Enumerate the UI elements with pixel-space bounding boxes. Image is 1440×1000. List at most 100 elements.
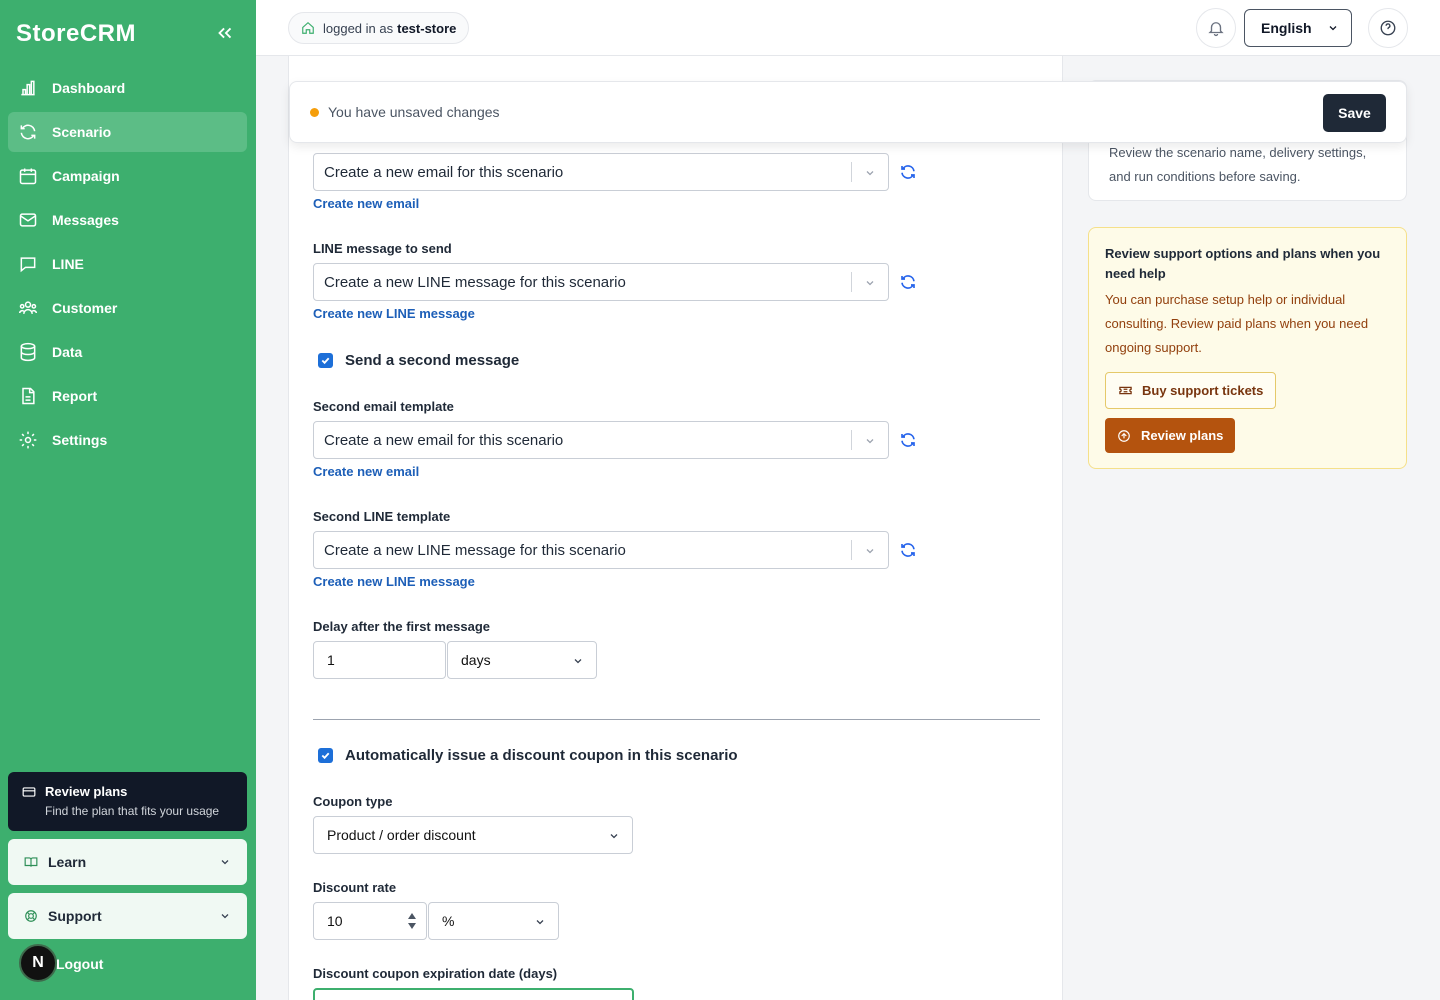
buy-support-tickets-button[interactable]: Buy support tickets (1105, 372, 1277, 409)
unsaved-text: You have unsaved changes (328, 104, 500, 120)
sidebar-nav: Dashboard Scenario Campaign Messages LIN… (8, 68, 247, 464)
coupon-type-select[interactable]: Product / order discount (313, 816, 633, 854)
coupon-label: Automatically issue a discount coupon in… (345, 747, 738, 764)
users-icon (18, 301, 38, 314)
select-separator (851, 430, 852, 450)
chevron-down-icon (1329, 26, 1337, 31)
line-message-select[interactable]: Create a new LINE message for this scena… (313, 263, 889, 301)
section-divider (313, 719, 1040, 720)
second-line-select[interactable]: Create a new LINE message for this scena… (313, 531, 889, 569)
first-email-select[interactable]: Create a new email for this scenario (313, 153, 889, 191)
sidebar: StoreCRM Dashboard Scenario Campaign Mes… (0, 0, 256, 1000)
review-plans-button[interactable]: Review plans (1105, 418, 1236, 453)
create-new-line-message-link[interactable]: Create new LINE message (313, 574, 475, 589)
sidebar-item-label: Scenario (52, 124, 112, 140)
sidebar-item-dashboard[interactable]: Dashboard (8, 68, 247, 108)
gear-icon (19, 431, 37, 449)
mail-icon (19, 213, 37, 227)
checkbox-checked-icon[interactable] (318, 748, 333, 763)
coupon-type-label: Coupon type (313, 794, 393, 809)
discount-rate-input[interactable]: 10 (313, 902, 427, 940)
database-icon (20, 342, 36, 362)
support-label: Support (48, 908, 102, 924)
sidebar-item-label: LINE (52, 256, 84, 272)
help-button[interactable] (1368, 8, 1408, 48)
sidebar-item-scenario[interactable]: Scenario (8, 112, 247, 152)
sidebar-item-data[interactable]: Data (8, 332, 247, 372)
learn-accordion[interactable]: Learn (8, 839, 247, 885)
sidebar-item-line[interactable]: LINE (8, 244, 247, 284)
credit-card-icon (22, 786, 36, 797)
chevron-down-icon (221, 860, 229, 865)
calendar-icon (19, 168, 37, 185)
select-separator (851, 540, 852, 560)
support-card-title: Review support options and plans when yo… (1105, 246, 1381, 281)
refresh-icon[interactable] (899, 163, 917, 181)
support-card-body: You can purchase setup help or individua… (1105, 292, 1369, 355)
collapse-sidebar-icon[interactable] (214, 22, 236, 44)
sidebar-item-messages[interactable]: Messages (8, 200, 247, 240)
first-email-select-value: Create a new email for this scenario (324, 163, 564, 181)
review-plans-card[interactable]: Review plans Find the plan that fits you… (8, 772, 247, 831)
sidebar-item-customer[interactable]: Customer (8, 288, 247, 328)
create-new-email-link[interactable]: Create new email (313, 196, 419, 211)
checkbox-checked-icon[interactable] (318, 353, 333, 368)
book-icon (24, 857, 38, 867)
sidebar-item-campaign[interactable]: Campaign (8, 156, 247, 196)
notifications-button[interactable] (1196, 8, 1236, 48)
discount-unit-select[interactable]: % (428, 902, 559, 940)
delay-label: Delay after the first message (313, 619, 491, 634)
stepper-arrows-icon[interactable] (406, 911, 418, 931)
sidebar-item-label: Dashboard (52, 80, 126, 96)
second-email-select[interactable]: Create a new email for this scenario (313, 421, 889, 459)
chevron-down-icon (866, 171, 874, 176)
chevron-down-icon (574, 659, 582, 664)
delay-input[interactable]: 1 (313, 641, 446, 679)
refresh-icon[interactable] (899, 273, 917, 291)
save-button[interactable]: Save (1323, 94, 1386, 132)
coupon-type-value: Product / order discount (327, 827, 476, 843)
chart-bar-icon (21, 80, 35, 96)
select-separator (851, 162, 852, 182)
lifebuoy-icon (25, 910, 37, 922)
delay-unit-select[interactable]: days (447, 641, 597, 679)
refresh-icon (20, 124, 36, 140)
support-accordion[interactable]: Support (8, 893, 247, 939)
sidebar-item-label: Data (52, 344, 83, 360)
chevron-down-icon (610, 834, 618, 839)
help-circle-icon (1380, 20, 1396, 36)
chevron-down-icon (221, 914, 229, 919)
home-icon (302, 21, 314, 34)
support-card: Review support options and plans when yo… (1088, 227, 1407, 469)
logout-link[interactable]: Logout (56, 956, 103, 972)
avatar[interactable]: N (19, 944, 57, 982)
language-value: English (1261, 20, 1312, 36)
create-new-email-link[interactable]: Create new email (313, 464, 419, 479)
second-message-checkbox[interactable]: Send a second message (318, 352, 519, 369)
expiration-label: Discount coupon expiration date (days) (313, 966, 558, 981)
chevron-down-icon (536, 920, 544, 925)
chat-bubble-icon (20, 257, 36, 273)
sidebar-item-report[interactable]: Report (8, 376, 247, 416)
sidebar-item-label: Campaign (52, 168, 120, 184)
second-line-select-value: Create a new LINE message for this scena… (324, 541, 626, 559)
arrow-up-circle-icon (1118, 429, 1130, 442)
info-card-text: Review the scenario name, delivery setti… (1109, 145, 1367, 184)
sidebar-item-label: Settings (52, 432, 108, 448)
sidebar-item-settings[interactable]: Settings (8, 420, 247, 460)
second-email-select-value: Create a new email for this scenario (324, 431, 564, 449)
refresh-icon[interactable] (899, 431, 917, 449)
chevron-down-icon (866, 439, 874, 444)
line-message-label: LINE message to send (313, 241, 452, 256)
brand-logo: StoreCRM (16, 20, 137, 47)
bell-icon (1208, 22, 1224, 37)
language-select[interactable]: English (1244, 9, 1352, 47)
plan-card-title: Review plans (45, 784, 128, 799)
line-message-select-value: Create a new LINE message for this scena… (324, 273, 626, 291)
expiration-input[interactable] (313, 988, 634, 1000)
coupon-checkbox[interactable]: Automatically issue a discount coupon in… (318, 747, 738, 764)
discount-rate-label: Discount rate (313, 880, 397, 895)
plan-card-subtitle: Find the plan that fits your usage (45, 804, 220, 818)
refresh-icon[interactable] (899, 541, 917, 559)
create-new-line-message-link[interactable]: Create new LINE message (313, 306, 475, 321)
